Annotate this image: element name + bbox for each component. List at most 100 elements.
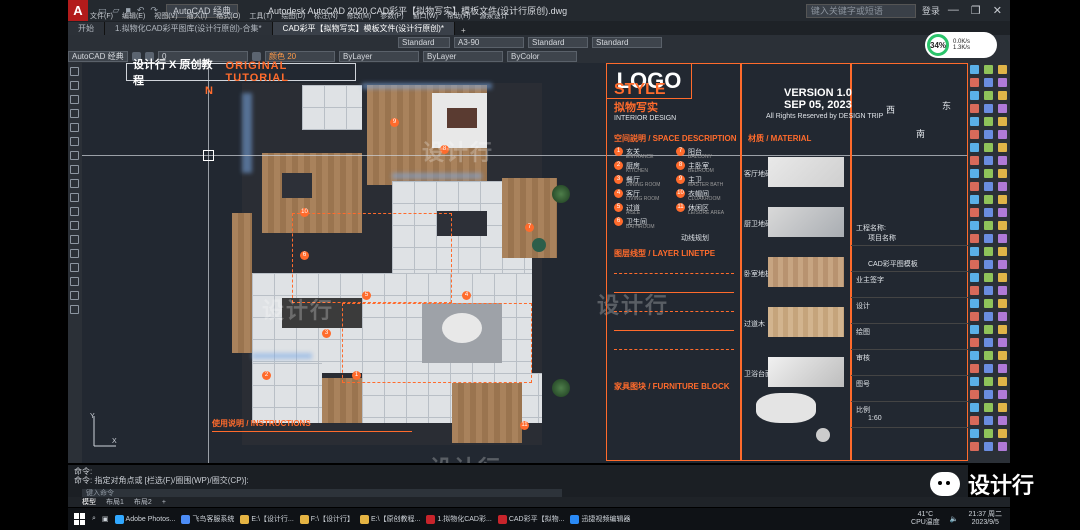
new-tab-button[interactable]: + xyxy=(455,26,472,35)
join-icon[interactable] xyxy=(998,247,1007,256)
make-block-icon[interactable] xyxy=(70,221,79,230)
join-icon[interactable] xyxy=(984,390,993,399)
stretch-icon[interactable] xyxy=(998,91,1007,100)
break-icon[interactable] xyxy=(984,247,993,256)
fillet-icon[interactable] xyxy=(998,117,1007,126)
erase-icon[interactable] xyxy=(998,195,1007,204)
rotate-icon[interactable] xyxy=(984,364,993,373)
array-icon[interactable] xyxy=(998,351,1007,360)
search-icon[interactable]: ⌕ xyxy=(92,515,96,523)
revcloud-icon[interactable] xyxy=(70,165,79,174)
join-icon[interactable] xyxy=(984,182,993,191)
tab-layout2[interactable]: 布局2 xyxy=(134,497,152,507)
chamfer-icon[interactable] xyxy=(998,390,1007,399)
trim-icon[interactable] xyxy=(998,234,1007,243)
offset-icon[interactable] xyxy=(998,416,1007,425)
join-icon[interactable] xyxy=(970,117,979,126)
mirror-icon[interactable] xyxy=(970,351,979,360)
rotate-icon[interactable] xyxy=(998,429,1007,438)
offset-icon[interactable] xyxy=(970,78,979,87)
taskbar-app[interactable]: E:\【设计行... xyxy=(240,514,294,524)
erase-icon[interactable] xyxy=(970,273,979,282)
taskbar-app[interactable]: CAD彩平【拟物... xyxy=(497,514,564,524)
workspace-combo[interactable]: AutoCAD 经典 xyxy=(68,50,128,62)
tab-model[interactable]: 模型 xyxy=(82,497,96,507)
tab-template[interactable]: CAD彩平【拟物写实】模板文件(设计行原创)* xyxy=(272,22,456,35)
network-speed-widget[interactable]: 34% 0.0K/s 1.3K/s xyxy=(925,32,997,58)
tab-library[interactable]: 1.拟物化CAD彩平图库(设计行原创)-合集* xyxy=(105,22,273,35)
move-icon[interactable] xyxy=(984,221,993,230)
mirror-icon[interactable] xyxy=(998,273,1007,282)
search-input[interactable]: 键入关键字或短语 xyxy=(805,3,916,18)
menu-item-tools[interactable]: 工具(T) xyxy=(249,11,272,21)
hatch-icon[interactable] xyxy=(70,249,79,258)
extend-icon[interactable] xyxy=(984,312,993,321)
trim-icon[interactable] xyxy=(984,377,993,386)
text-style-select[interactable]: Standard xyxy=(398,36,450,48)
circle-icon[interactable] xyxy=(70,151,79,160)
trim-icon[interactable] xyxy=(970,312,979,321)
menu-item-yuanquan[interactable]: 源泉设计 xyxy=(480,11,508,21)
chamfer-icon[interactable] xyxy=(998,182,1007,191)
table-icon[interactable] xyxy=(70,291,79,300)
spline-icon[interactable] xyxy=(70,179,79,188)
menu-item-help[interactable]: 帮助(H) xyxy=(447,11,471,21)
clock[interactable]: 21:37 周二 2023/9/5 xyxy=(969,511,1002,527)
rectangle-icon[interactable] xyxy=(70,123,79,132)
extend-icon[interactable] xyxy=(970,247,979,256)
menu-item-modify[interactable]: 修改(M) xyxy=(347,11,372,21)
offset-icon[interactable] xyxy=(998,208,1007,217)
windows-start-icon[interactable] xyxy=(74,513,86,525)
login-button[interactable]: 登录 xyxy=(922,4,940,17)
break-icon[interactable] xyxy=(998,312,1007,321)
chamfer-icon[interactable] xyxy=(984,325,993,334)
insert-block-icon[interactable] xyxy=(70,207,79,216)
stretch-icon[interactable] xyxy=(984,442,993,451)
explode-icon[interactable] xyxy=(970,338,979,347)
menu-item-file[interactable]: 文件(F) xyxy=(90,11,113,21)
erase-icon[interactable] xyxy=(984,130,993,139)
region-icon[interactable] xyxy=(70,277,79,286)
array-icon[interactable] xyxy=(970,221,979,230)
scale-icon[interactable] xyxy=(998,156,1007,165)
scale-icon[interactable] xyxy=(970,234,979,243)
taskbar-app[interactable]: 飞鸟客服系统 xyxy=(181,514,234,524)
rotate-icon[interactable] xyxy=(998,221,1007,230)
explode-icon[interactable] xyxy=(998,260,1007,269)
stretch-icon[interactable] xyxy=(998,299,1007,308)
extend-icon[interactable] xyxy=(998,377,1007,386)
fillet-icon[interactable] xyxy=(998,325,1007,334)
copy-icon[interactable] xyxy=(970,416,979,425)
linetype-select[interactable]: ByLayer xyxy=(339,50,419,62)
taskbar-app[interactable]: F:\【设计行】 xyxy=(299,514,354,524)
multileader-style-select[interactable]: Standard xyxy=(592,36,662,48)
xline-icon[interactable] xyxy=(70,81,79,90)
break-icon[interactable] xyxy=(970,182,979,191)
mtext-icon[interactable] xyxy=(70,305,79,314)
menu-item-draw[interactable]: 绘图(D) xyxy=(281,11,305,21)
scale-icon[interactable] xyxy=(970,442,979,451)
trim-icon[interactable] xyxy=(998,442,1007,451)
erase-icon[interactable] xyxy=(998,403,1007,412)
erase-icon[interactable] xyxy=(970,65,979,74)
scale-icon[interactable] xyxy=(984,91,993,100)
rotate-icon[interactable] xyxy=(970,299,979,308)
move-icon[interactable] xyxy=(970,364,979,373)
point-icon[interactable] xyxy=(70,235,79,244)
mirror-icon[interactable] xyxy=(984,416,993,425)
menu-item-insert[interactable]: 插入(I) xyxy=(187,11,208,21)
volume-icon[interactable]: 🔈 xyxy=(950,515,959,523)
gradient-icon[interactable] xyxy=(70,263,79,272)
chamfer-icon[interactable] xyxy=(984,117,993,126)
array-icon[interactable] xyxy=(970,429,979,438)
stretch-icon[interactable] xyxy=(970,169,979,178)
stretch-icon[interactable] xyxy=(970,377,979,386)
mirror-icon[interactable] xyxy=(970,143,979,152)
trim-icon[interactable] xyxy=(984,169,993,178)
explode-icon[interactable] xyxy=(984,195,993,204)
taskbar-app[interactable]: 1.拟物化CAD彩... xyxy=(426,514,492,524)
autocad-logo-icon[interactable]: A xyxy=(68,0,88,21)
break-icon[interactable] xyxy=(970,390,979,399)
table-style-select[interactable]: Standard xyxy=(528,36,588,48)
task-view-icon[interactable]: ▣ xyxy=(102,515,109,523)
